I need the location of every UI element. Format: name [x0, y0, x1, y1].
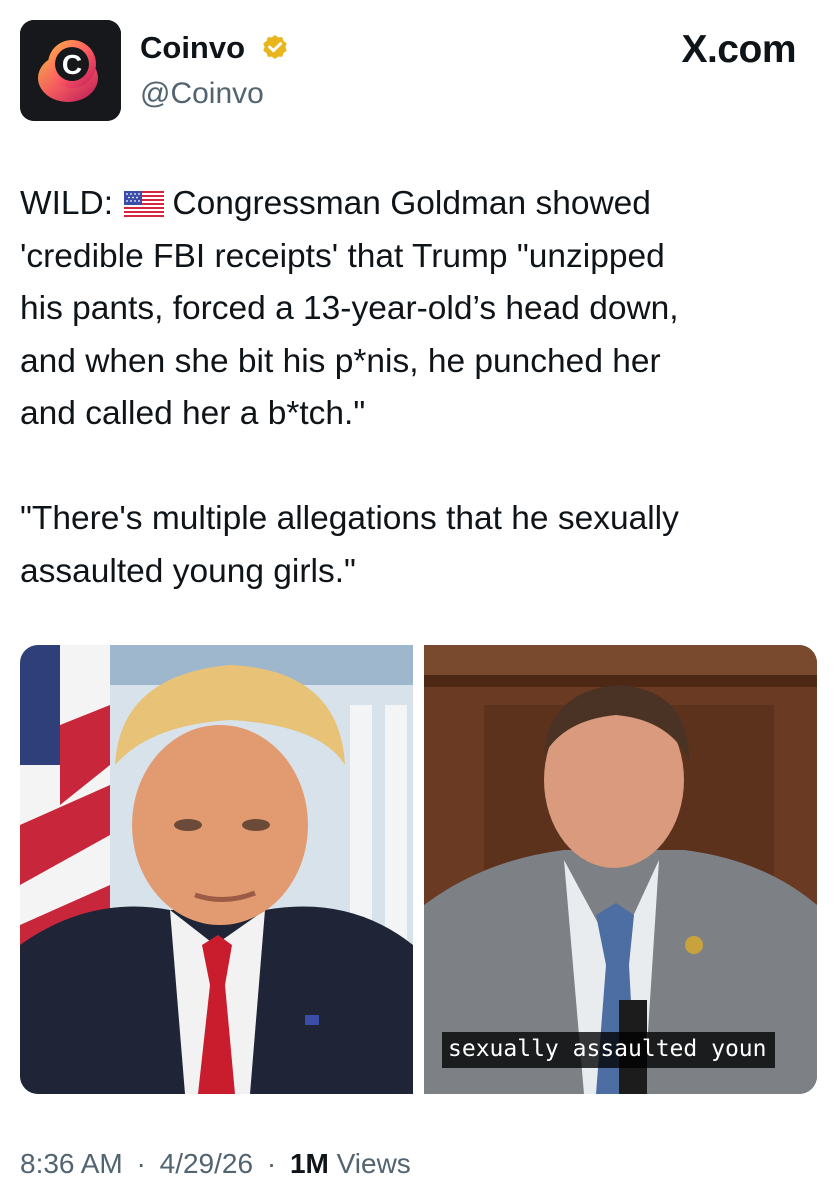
tweet-meta: 8:36 AM · 4/29/26 · 1M Views: [20, 1148, 411, 1180]
tweet-text-part-2: Congressman Goldman showed 'credible FBI…: [20, 185, 679, 590]
tweet-time[interactable]: 8:36 AM: [20, 1148, 123, 1179]
media-grid: sexually assaulted youn: [20, 645, 817, 1094]
author-name[interactable]: Coinvo: [140, 30, 245, 66]
meta-separator: ·: [136, 1148, 146, 1179]
views-count[interactable]: 1M: [290, 1148, 329, 1179]
tweet-text-part-1: WILD:: [20, 185, 123, 222]
coinvo-logo-icon: C: [20, 20, 121, 121]
verified-badge-icon[interactable]: [259, 33, 291, 65]
portrait-photo-image: [20, 645, 413, 1094]
x-site-label[interactable]: X.com: [681, 28, 796, 72]
svg-text:C: C: [62, 49, 82, 80]
meta-separator: ·: [266, 1148, 277, 1179]
author-avatar[interactable]: C: [20, 20, 121, 121]
speaker-photo-image: [424, 645, 817, 1094]
views-label: Views: [336, 1148, 411, 1179]
media-photo-left[interactable]: [20, 645, 413, 1094]
media-photo-right[interactable]: sexually assaulted youn: [424, 645, 817, 1094]
tweet-date[interactable]: 4/29/26: [160, 1148, 253, 1179]
video-caption: sexually assaulted youn: [442, 1032, 775, 1068]
tweet-text: WILD: Congressman Goldman showed 'credib…: [20, 178, 820, 598]
author-handle[interactable]: @Coinvo: [140, 77, 264, 111]
us-flag-icon: [124, 191, 165, 217]
